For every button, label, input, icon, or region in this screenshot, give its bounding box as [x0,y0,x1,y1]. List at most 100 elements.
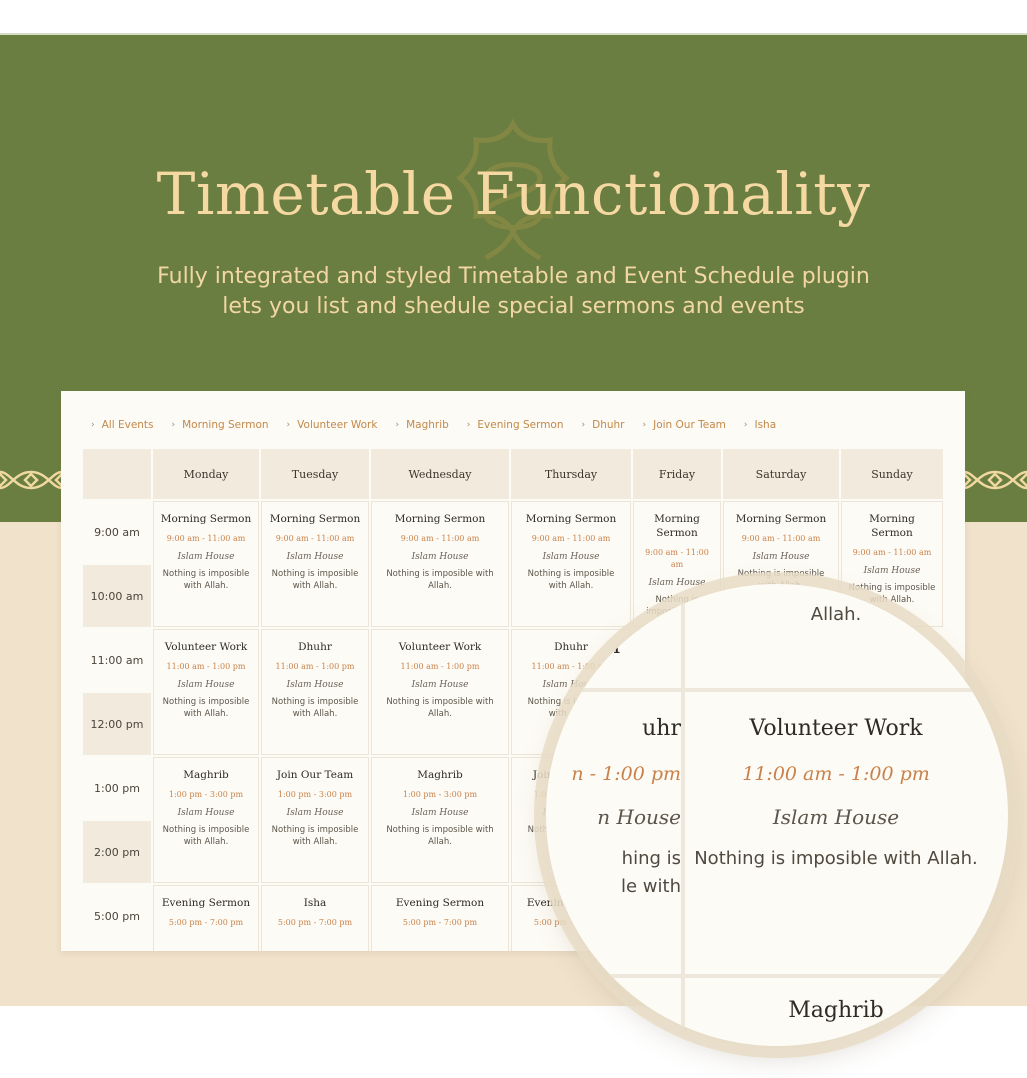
event-cell[interactable]: Morning Sermon 9:00 am - 11:00 am Islam Ho… [153,501,259,627]
event-cell[interactable]: Maghrib 1:00 pm - 3:00 pm Islam House Nothi… [371,757,509,883]
event-time: 1:00 pm - 3:00 pm [168,790,244,799]
event-desc: Nothing is imposible with Allah. [386,825,494,847]
desc-line: le with [621,876,681,897]
time-label: 1:00 pm [94,781,140,795]
event-time: 9:00 am - 11:00 am [852,548,932,557]
event-desc: Nothing is imposible with Allah. [162,697,250,719]
day-header-monday: Monday [153,449,259,499]
event-time: 9:00 am - 11:00 am [531,534,611,543]
event-desc: Nothing is imposible with Allah. [162,825,250,847]
chevron-right-icon: › [171,420,176,430]
event-desc: Nothing is imposible with Allah. [386,697,494,719]
day-header-saturday: Saturday [723,449,839,499]
event-cell[interactable]: Volunteer Work 11:00 am - 1:00 pm Islam Ho… [153,629,259,755]
filter-join-our-team[interactable]: › Join Our Team [643,419,726,431]
day-header-friday: Friday [633,449,721,499]
event-name: Evening Sermon [161,897,251,909]
event-desc: Nothing is imposible with Allah. [162,569,250,591]
filter-maghrib[interactable]: › Maghrib [395,419,448,431]
event-name: Dhuhr [298,641,332,653]
day-header-tuesday: Tuesday [261,449,369,499]
event-name: Evening Sermon [395,897,485,909]
event-location: Islam House [411,680,469,690]
filter-all-events[interactable]: › All Events [91,419,154,431]
filter-morning-sermon[interactable]: › Morning Sermon [172,419,269,431]
header-corner [83,449,151,499]
event-desc: Nothing is imposible with Allah. [527,569,615,591]
page-title: Timetable Functionality [156,160,871,228]
event-name: Morning Sermon [869,513,915,539]
event-name: Join Our Team [276,769,354,781]
event-desc: Nothing is imposible with Allah. [386,569,494,591]
filter-label: Join Our Team [653,419,726,431]
magnified-event-desc: hing is le with [546,845,681,901]
event-desc: Nothing is imposible with Allah. [271,825,359,847]
filter-label: Morning Sermon [182,419,269,431]
time-label: 9:00 am [94,525,140,539]
event-location: Islam House [542,552,600,562]
event-name: Isha [303,897,327,909]
magnified-event-location: Islam House [772,805,900,829]
magnified-event-name: Volunteer Work [749,716,923,741]
event-location: Islam House [752,552,810,562]
magnified-event-name: uhr [642,716,681,741]
magnified-event-name: Maghrib [788,998,884,1023]
event-desc: Nothing is imposible with Allah. [271,569,359,591]
event-cell[interactable]: Morning Sermon 9:00 am - 11:00 am Islam Ho… [371,501,509,627]
magnified-event-location: n House [597,805,681,829]
event-cell[interactable]: Morning Sermon 9:00 am - 11:00 am Islam Ho… [261,501,369,627]
event-cell[interactable]: Dhuhr 11:00 am - 1:00 pm Islam House Nothin… [261,629,369,755]
event-cell[interactable]: Evening Sermon 5:00 pm - 7:00 pm [153,885,259,951]
event-cell[interactable]: Morning Sermon 9:00 am - 11:00 am Islam Ho… [511,501,631,627]
time-label: 11:00 am [90,653,144,667]
magnified-event-time: 11:00 am - 1:00 pm [742,763,930,785]
event-name: Morning Sermon [269,513,361,525]
event-time: 11:00 am - 1:00 pm [166,662,246,671]
page-subtitle: Fully integrated and styled Timetable an… [0,262,1027,322]
event-name: Morning Sermon [394,513,486,525]
event-time: 9:00 am - 11:00 am [275,534,355,543]
magnified-desc-fragment: Allah. [810,604,862,625]
event-time: 9:00 am - 11:00 am [400,534,480,543]
magnifier-lens: Allah. n uhr n - 1:00 pm n House hing is… [546,584,1008,1046]
event-name: Morning Sermon [735,513,827,525]
filter-evening-sermon[interactable]: › Evening Sermon [467,419,564,431]
magnified-event-desc: Nothing is imposible with Allah. [694,848,978,869]
event-cell[interactable]: Volunteer Work 11:00 am - 1:00 pm Islam Ho… [371,629,509,755]
event-cell[interactable]: Evening Sermon 5:00 pm - 7:00 pm [371,885,509,951]
event-name: Morning Sermon [160,513,252,525]
day-header-thursday: Thursday [511,449,631,499]
day-header-wednesday: Wednesday [371,449,509,499]
chevron-right-icon: › [642,420,647,430]
event-name: Volunteer Work [398,641,482,653]
event-cell[interactable]: Join Our Team 1:00 pm - 3:00 pm Islam Hous… [261,757,369,883]
event-location: Islam House [411,808,469,818]
subtitle-line-2: lets you list and shedule special sermon… [222,294,805,319]
event-name: Morning Sermon [654,513,700,539]
filter-isha[interactable]: › Isha [744,419,776,431]
event-desc: Nothing is imposible with Allah. [271,697,359,719]
filter-volunteer-work[interactable]: › Volunteer Work [287,419,378,431]
event-time: 9:00 am - 11:00 am [741,534,821,543]
chevron-right-icon: › [466,420,471,430]
magnified-event[interactable]: Volunteer Work 11:00 am - 1:00 pm Islam … [686,692,986,873]
event-name: Volunteer Work [164,641,248,653]
chevron-right-icon: › [395,420,400,430]
time-label: 10:00 am [83,565,151,627]
event-time: 1:00 pm - 3:00 pm [402,790,478,799]
filter-dhuhr[interactable]: › Dhuhr [582,419,625,431]
magnified-name-fragment: n [606,634,621,659]
event-name: Morning Sermon [525,513,617,525]
event-location: Islam House [286,552,344,562]
event-cell[interactable]: Isha 5:00 pm - 7:00 pm [261,885,369,951]
chevron-right-icon: › [581,420,586,430]
time-label: 5:00 pm [94,909,140,923]
event-time: 5:00 pm - 7:00 pm [168,918,244,927]
filter-label: Isha [754,419,777,431]
event-location: Islam House [177,808,235,818]
magnified-grid-line [546,974,1008,978]
magnified-event-time: n - 1:00 pm [571,763,681,785]
filter-label: Evening Sermon [477,419,564,431]
filter-label: Dhuhr [592,419,625,431]
event-cell[interactable]: Maghrib 1:00 pm - 3:00 pm Islam House Nothi… [153,757,259,883]
